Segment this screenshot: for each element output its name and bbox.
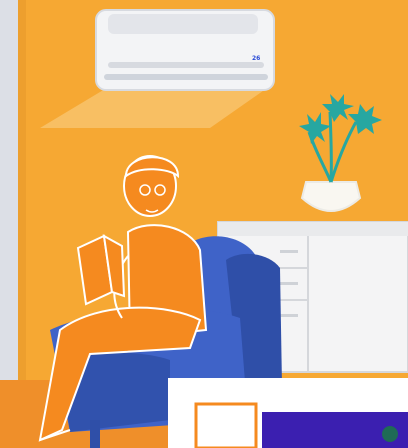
air-conditioner-icon: 26 (95, 9, 275, 91)
tv-monitor (168, 378, 408, 448)
scene-svg: 26 (0, 0, 408, 448)
ac-display: 26 (252, 55, 260, 62)
book-icon (76, 234, 126, 306)
living-room-illustration: 26 (0, 0, 408, 448)
